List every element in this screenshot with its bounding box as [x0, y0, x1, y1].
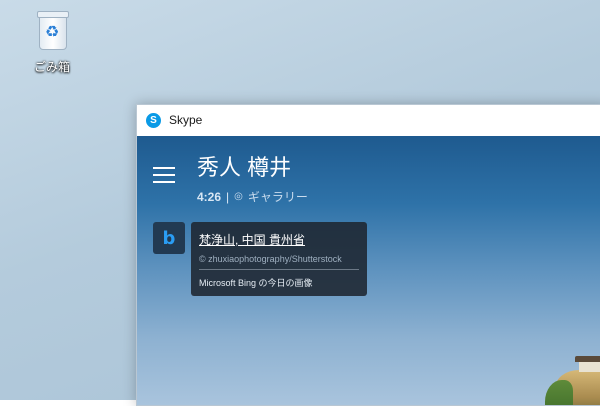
image-location-link[interactable]: 梵浄山, 中国 貴州省 — [199, 231, 359, 248]
status-row: 4:26 | ◎ ギャラリー — [197, 188, 308, 205]
title-bar[interactable]: S Skype — [137, 105, 600, 135]
recycle-bin-shortcut[interactable]: ♻ ごみ箱 — [22, 6, 82, 75]
profile-background: 秀人 樽井 4:26 | ◎ ギャラリー b 梵浄山, 中国 貴州省 © zhu… — [137, 136, 600, 405]
window-title: Skype — [169, 113, 203, 127]
profile-name: 秀人 樽井 — [197, 155, 292, 180]
bing-image-info-card: 梵浄山, 中国 貴州省 © zhuxiaophotography/Shutter… — [191, 222, 367, 296]
background-cliff-scenery — [537, 356, 600, 405]
status-separator: | — [226, 189, 230, 204]
gallery-icon: ◎ — [234, 191, 243, 202]
recycle-bin-icon: ♻ — [32, 6, 72, 52]
skype-logo-icon: S — [146, 112, 161, 128]
desktop: ♻ ごみ箱 S Skype 秀人 樽井 4:26 | ◎ ギャラリー b 梵浄山… — [0, 0, 600, 406]
bing-icon[interactable]: b — [153, 222, 185, 254]
skype-window: S Skype 秀人 樽井 4:26 | ◎ ギャラリー b 梵浄山, 中国 貴… — [136, 104, 600, 406]
recycle-bin-label: ごみ箱 — [33, 60, 70, 74]
local-time: 4:26 — [197, 189, 222, 204]
image-credit: © zhuxiaophotography/Shutterstock — [199, 254, 359, 270]
image-source-label: Microsoft Bing の今日の画像 — [199, 278, 313, 288]
gallery-link[interactable]: ギャラリー — [248, 188, 308, 205]
hamburger-menu-icon[interactable] — [153, 167, 175, 185]
